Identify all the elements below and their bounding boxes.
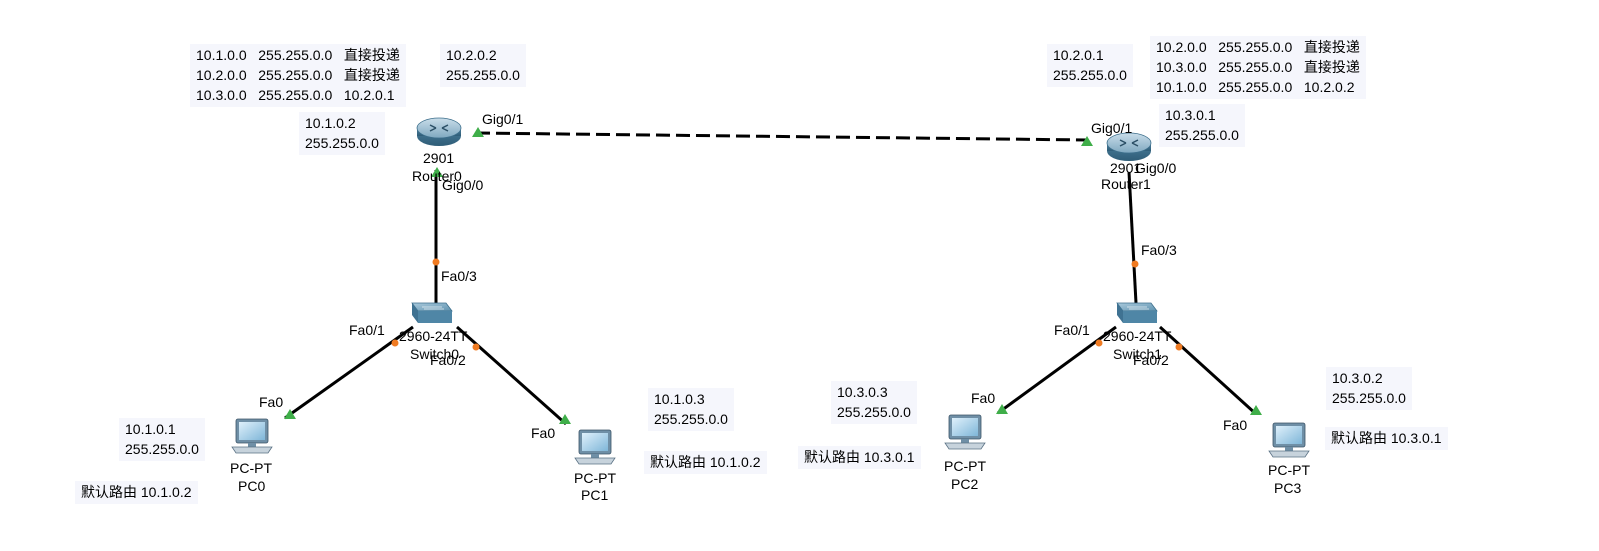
- note-pc1-address[interactable]: 10.1.0.3 255.255.0.0: [648, 388, 734, 431]
- note-router1-routing-table[interactable]: 10.2.0.0 255.255.0.0 直接投递 10.3.0.0 255.2…: [1150, 36, 1366, 99]
- port-label-sw0-fa01: Fa0/1: [349, 322, 385, 338]
- port-label-r1-gig00: Gig0/0: [1135, 160, 1177, 176]
- cable-switch0-pc1[interactable]: [456, 325, 567, 426]
- cable-router0-router1[interactable]: [475, 131, 1089, 142]
- link-orange-icon: [432, 258, 440, 266]
- pc2-model: PC-PT: [944, 458, 986, 474]
- pc3-name: PC3: [1274, 480, 1302, 496]
- note-router0-routing-table[interactable]: 10.1.0.0 255.255.0.0 直接投递 10.2.0.0 255.2…: [190, 44, 406, 107]
- note-router1-gig00-address[interactable]: 10.3.0.1 255.255.0.0: [1159, 104, 1245, 147]
- switch-icon[interactable]: [1116, 302, 1158, 324]
- pc-icon[interactable]: [944, 414, 986, 450]
- link-orange-icon: [1095, 339, 1103, 347]
- link-orange-icon: [1131, 260, 1139, 268]
- note-pc1-default-route[interactable]: 默认路由 10.1.0.2: [644, 451, 767, 474]
- port-label-sw1-fa01: Fa0/1: [1054, 322, 1090, 338]
- pc-icon[interactable]: [1268, 422, 1310, 458]
- port-label-pc3-fa0: Fa0: [1223, 417, 1248, 433]
- router-icon[interactable]: [416, 117, 462, 147]
- pc0-model: PC-PT: [230, 460, 272, 476]
- port-label-pc0-fa0: Fa0: [259, 394, 284, 410]
- note-pc2-address[interactable]: 10.3.0.3 255.255.0.0: [831, 381, 917, 424]
- pc-icon[interactable]: [231, 418, 273, 454]
- port-label-pc1-fa0: Fa0: [531, 425, 556, 441]
- pc0-name: PC0: [238, 478, 266, 494]
- note-router0-gig01-address[interactable]: 10.2.0.2 255.255.0.0: [440, 44, 526, 87]
- pc1-model: PC-PT: [574, 470, 616, 486]
- cable-switch1-pc3[interactable]: [1158, 325, 1258, 416]
- port-label-sw0-fa03: Fa0/3: [441, 268, 477, 284]
- router-icon[interactable]: [1106, 132, 1152, 162]
- router1-name: Router1: [1101, 176, 1151, 192]
- note-pc2-default-route[interactable]: 默认路由 10.3.0.1: [798, 446, 921, 469]
- port-label-pc2-fa0: Fa0: [971, 390, 996, 406]
- note-pc3-address[interactable]: 10.3.0.2 255.255.0.0: [1326, 367, 1412, 410]
- note-router0-gig00-address[interactable]: 10.1.0.2 255.255.0.0: [299, 112, 385, 155]
- note-pc0-address[interactable]: 10.1.0.1 255.255.0.0: [119, 418, 205, 461]
- pc2-name: PC2: [951, 476, 979, 492]
- link-orange-icon: [472, 343, 480, 351]
- port-label-sw1-fa03: Fa0/3: [1141, 242, 1177, 258]
- pc3-model: PC-PT: [1268, 462, 1310, 478]
- port-label-r1-gig01: Gig0/1: [1091, 120, 1133, 136]
- port-label-sw1-fa02: Fa0/2: [1133, 352, 1169, 368]
- link-orange-icon: [391, 339, 399, 347]
- switch0-model: 2960-24TT: [399, 328, 468, 344]
- note-router1-gig01-address[interactable]: 10.2.0.1 255.255.0.0: [1047, 44, 1133, 87]
- link-orange-icon: [1175, 343, 1183, 351]
- port-label-r0-gig01: Gig0/1: [482, 111, 524, 127]
- switch1-model: 2960-24TT: [1103, 328, 1172, 344]
- note-pc0-default-route[interactable]: 默认路由 10.1.0.2: [75, 481, 198, 504]
- note-pc3-default-route[interactable]: 默认路由 10.3.0.1: [1325, 427, 1448, 450]
- pc1-name: PC1: [581, 487, 609, 503]
- port-label-sw0-fa02: Fa0/2: [430, 352, 466, 368]
- router0-model: 2901: [423, 150, 455, 166]
- switch-icon[interactable]: [411, 302, 453, 324]
- pc-icon[interactable]: [574, 429, 616, 465]
- port-label-r0-gig00: Gig0/0: [442, 177, 484, 193]
